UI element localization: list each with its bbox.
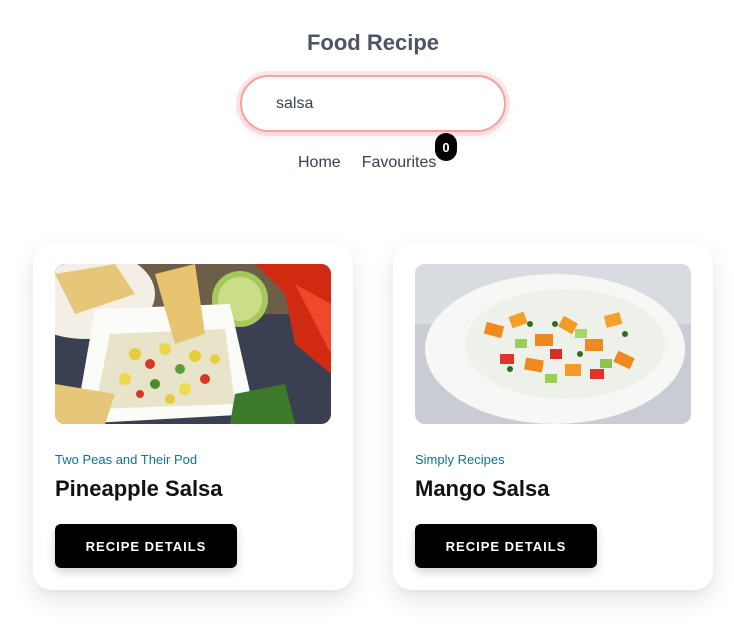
recipe-image xyxy=(415,264,691,424)
app-title: Food Recipe xyxy=(306,30,439,55)
recipe-title: Pineapple Salsa xyxy=(55,476,223,501)
recipe-publisher: Simply Recipes xyxy=(415,452,505,467)
favourites-count-badge: 0 xyxy=(435,133,457,161)
pineapple-salsa-photo xyxy=(55,264,331,424)
mango-salsa-photo xyxy=(415,264,691,424)
recipe-details-button[interactable]: RECIPE DETAILS xyxy=(55,524,237,568)
recipe-card: Simply Recipes Mango Salsa RECIPE DETAIL… xyxy=(393,244,713,590)
nav-favourites-link[interactable]: Favourites xyxy=(362,154,437,172)
search-input[interactable] xyxy=(240,75,506,132)
recipe-card: Two Peas and Their Pod Pineapple Salsa R… xyxy=(33,244,353,590)
recipe-details-button[interactable]: RECIPE DETAILS xyxy=(415,524,597,568)
nav-menu: Home Favourites xyxy=(298,154,436,172)
nav-home-link[interactable]: Home xyxy=(298,154,341,172)
recipe-publisher: Two Peas and Their Pod xyxy=(55,452,198,467)
page: Food Recipe Home Favourites 0 xyxy=(0,0,734,627)
recipe-image xyxy=(55,264,331,424)
recipe-title: Mango Salsa xyxy=(415,476,550,501)
